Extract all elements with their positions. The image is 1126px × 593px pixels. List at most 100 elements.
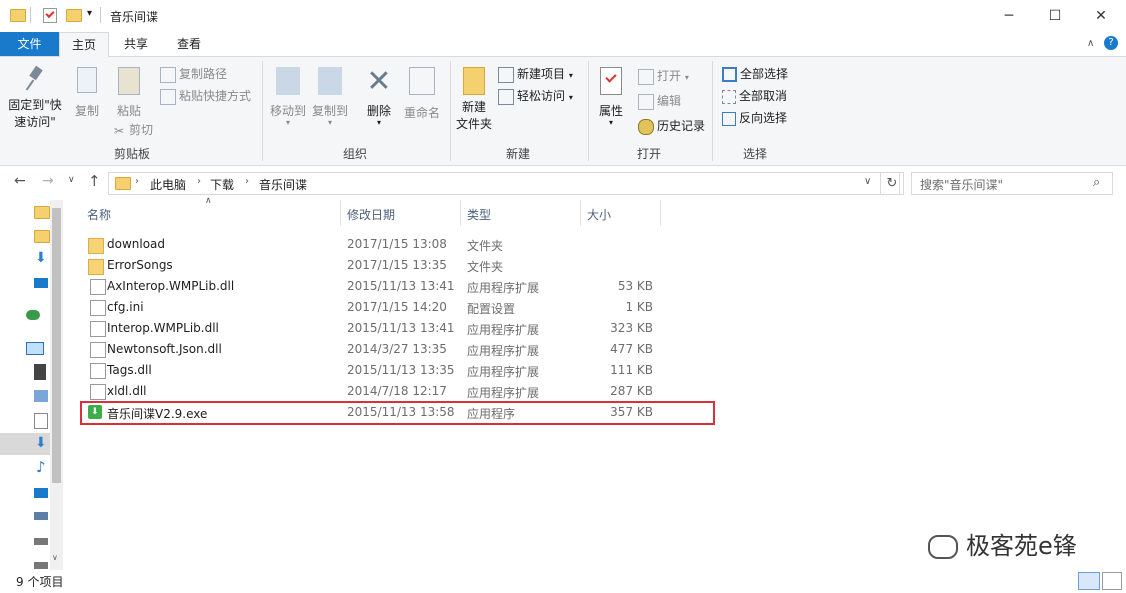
nav-folder-icon[interactable] (34, 230, 50, 243)
delete-button[interactable]: ✕ 删除 ▾ (362, 63, 396, 127)
collapse-ribbon-icon[interactable]: ∧ (1087, 38, 1094, 49)
file-row[interactable]: Newtonsoft.Json.dll 2014/3/27 13:35 应用程序… (80, 339, 720, 360)
large-icons-view-icon[interactable] (1102, 572, 1122, 590)
file-name: Tags.dll (107, 363, 152, 377)
column-type[interactable]: 类型 (467, 204, 491, 226)
tab-view[interactable]: 查看 (165, 32, 213, 56)
column-date[interactable]: 修改日期 (347, 204, 395, 226)
nav-cloud-icon[interactable] (26, 310, 40, 320)
nav-desktop-icon[interactable] (34, 278, 48, 288)
properties-quick-icon[interactable] (43, 8, 57, 23)
column-size[interactable]: 大小 (587, 204, 611, 226)
file-date: 2014/7/18 12:17 (347, 384, 447, 398)
recent-locations-icon[interactable]: ∨ (68, 175, 75, 185)
pin-quick-access-button[interactable]: 固定到"快速访问" (6, 63, 64, 131)
details-view-icon[interactable] (1078, 572, 1100, 590)
edit-button[interactable]: 编辑 (638, 92, 681, 110)
new-folder-quick-icon[interactable] (66, 9, 82, 22)
new-folder-button[interactable]: 新建 文件夹 (454, 63, 494, 133)
move-to-button[interactable]: 移动到 ▾ (268, 63, 308, 127)
copy-button[interactable]: 复制 (72, 63, 102, 119)
tab-share[interactable]: 共享 (112, 32, 160, 56)
minimize-button[interactable]: ─ (986, 0, 1032, 32)
select-all-icon (722, 67, 737, 82)
tab-file[interactable]: 文件 (0, 32, 59, 56)
close-button[interactable]: ✕ (1078, 0, 1124, 32)
rename-button[interactable]: 重命名 (400, 63, 444, 121)
history-button[interactable]: 历史记录 (638, 117, 705, 135)
file-name: Newtonsoft.Json.dll (107, 342, 222, 356)
nav-downloads-icon[interactable]: ⬇ (35, 250, 47, 266)
file-row[interactable]: Tags.dll 2015/11/13 13:35 应用程序扩展 111 KB (80, 360, 720, 381)
nav-this-pc-icon[interactable] (26, 342, 44, 355)
refresh-icon[interactable]: ↻ (880, 172, 904, 195)
nav-drive-icon[interactable] (34, 538, 48, 545)
nav-documents-icon[interactable] (34, 413, 48, 429)
nav-music-icon[interactable]: ♪ (36, 458, 46, 476)
dll-file-icon (90, 384, 106, 400)
open-button[interactable]: 打开 ▾ (638, 67, 689, 85)
title-bar: ▾ 音乐间谍 ─ ☐ ✕ (0, 0, 1126, 32)
nav-scroll-thumb[interactable] (52, 208, 61, 483)
search-icon[interactable]: ⌕ (1093, 175, 1100, 190)
help-icon[interactable]: ? (1104, 36, 1118, 50)
copy-label: 复制 (74, 104, 99, 118)
nav-downloads-icon[interactable]: ⬇ (35, 435, 47, 451)
cut-button[interactable]: ✂ 剪切 (112, 121, 153, 138)
breadcrumb-this-pc[interactable]: 此电脑 (150, 176, 186, 193)
nav-videos-icon[interactable] (34, 364, 46, 380)
cut-label: 剪切 (129, 123, 154, 137)
file-row[interactable]: AxInterop.WMPLib.dll 2015/11/13 13:41 应用… (80, 276, 720, 297)
select-none-button[interactable]: 全部取消 (722, 87, 787, 104)
paste-shortcut-button[interactable]: 粘贴快捷方式 (160, 87, 251, 105)
file-row[interactable]: cfg.ini 2017/1/15 14:20 配置设置 1 KB (80, 297, 720, 318)
scroll-down-icon[interactable]: ∨ (52, 553, 58, 562)
new-folder-icon (463, 67, 485, 95)
paste-label: 粘贴 (116, 104, 141, 118)
nav-folder-icon[interactable] (34, 206, 50, 219)
easy-access-button[interactable]: 轻松访问 ▾ (498, 87, 573, 105)
forward-icon[interactable]: → (42, 173, 54, 189)
divider[interactable] (340, 200, 341, 226)
divider[interactable] (460, 200, 461, 226)
tab-home[interactable]: 主页 (59, 32, 110, 58)
divider[interactable] (660, 200, 661, 226)
file-date: 2015/11/13 13:41 (347, 279, 455, 293)
select-all-button[interactable]: 全部选择 (722, 65, 788, 82)
maximize-button[interactable]: ☐ (1032, 0, 1078, 32)
file-row[interactable]: download 2017/1/15 13:08 文件夹 (80, 234, 720, 255)
file-type: 应用程序扩展 (467, 344, 540, 358)
invert-selection-icon (722, 111, 736, 126)
copy-to-button[interactable]: 复制到 ▾ (310, 63, 350, 127)
divider (588, 61, 589, 161)
properties-button[interactable]: 属性 ▾ (594, 63, 628, 127)
column-name[interactable]: 名称 (87, 204, 111, 226)
paste-button[interactable]: 粘贴 (112, 63, 146, 119)
nav-drive-icon[interactable] (34, 512, 48, 520)
file-row[interactable]: ErrorSongs 2017/1/15 13:35 文件夹 (80, 255, 720, 276)
back-icon[interactable]: ← (14, 173, 26, 189)
organize-group-label: 组织 (342, 147, 367, 161)
nav-desktop-icon[interactable] (34, 488, 48, 498)
dll-file-icon (90, 321, 106, 337)
nav-pictures-icon[interactable] (34, 390, 48, 402)
breadcrumb-current[interactable]: 音乐间谍 (259, 176, 307, 193)
nav-drive-icon[interactable] (34, 562, 48, 569)
file-row[interactable]: xldl.dll 2014/7/18 12:17 应用程序扩展 287 KB (80, 381, 720, 402)
copy-path-button[interactable]: 复制路径 (160, 65, 227, 83)
nav-scrollbar[interactable]: ∨ (50, 200, 63, 570)
file-row[interactable]: Interop.WMPLib.dll 2015/11/13 13:41 应用程序… (80, 318, 720, 339)
divider[interactable] (580, 200, 581, 226)
up-icon[interactable]: ↑ (88, 172, 101, 190)
breadcrumb-downloads[interactable]: 下载 (210, 176, 234, 193)
address-bar[interactable]: › 此电脑 › 下载 › 音乐间谍 ∨ (108, 172, 900, 195)
search-input[interactable]: 搜索"音乐间谍" ⌕ (911, 172, 1113, 195)
customize-quick-access-icon[interactable]: ▾ (87, 8, 92, 19)
file-name: xldl.dll (107, 384, 147, 398)
chevron-down-icon[interactable]: ∨ (864, 176, 871, 187)
file-date: 2015/11/13 13:35 (347, 363, 455, 377)
search-placeholder: 搜索"音乐间谍" (920, 178, 1004, 192)
sort-indicator-icon: ∧ (205, 196, 212, 206)
invert-selection-button[interactable]: 反向选择 (722, 109, 787, 126)
new-item-button[interactable]: 新建项目 ▾ (498, 65, 573, 83)
